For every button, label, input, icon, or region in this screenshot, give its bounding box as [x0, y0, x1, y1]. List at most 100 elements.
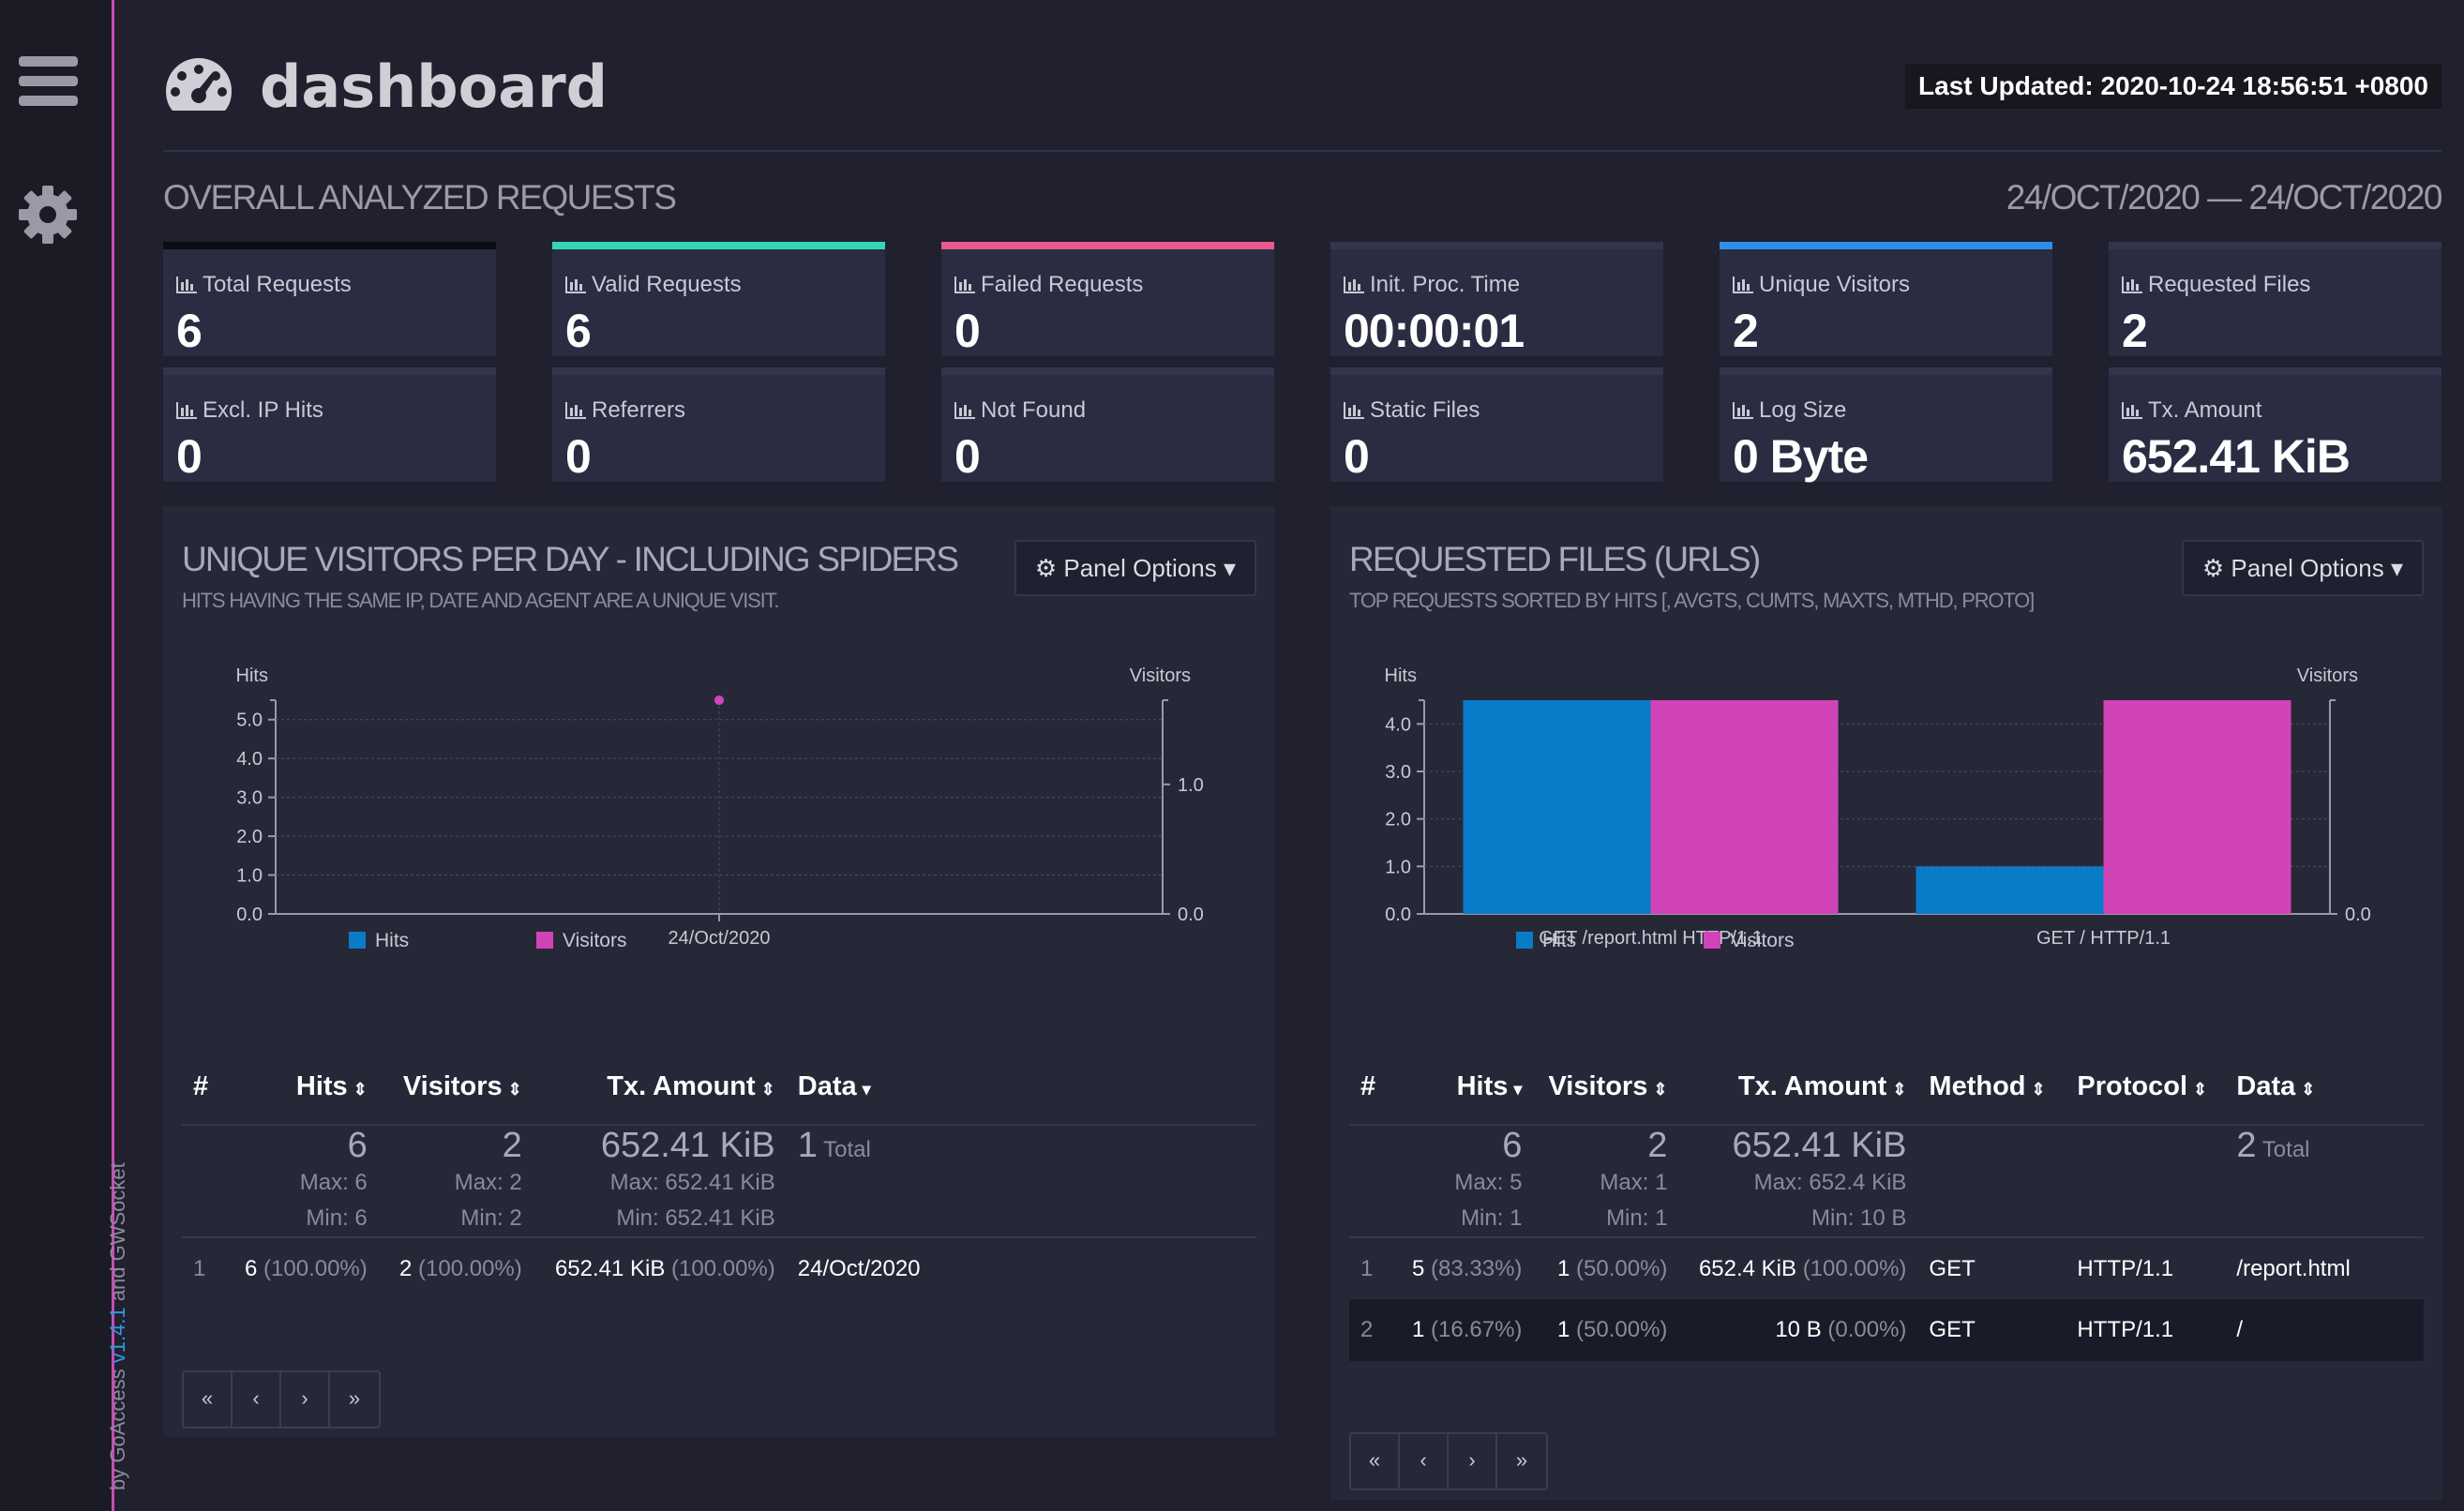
table-row[interactable]: 1 6 (100.00%) 2 (100.00%) 652.41 KiB (10…	[182, 1237, 1256, 1299]
panel-options-button[interactable]: ⚙ Panel Options ▾	[1014, 540, 1256, 596]
y-tick-label: 3.0	[236, 788, 263, 809]
stat-value: 00:00:01	[1344, 305, 1525, 357]
legend-label: Visitors	[563, 930, 626, 951]
hits-bar	[1916, 866, 2104, 914]
stat-value: 0	[565, 430, 592, 483]
last-page-button[interactable]: »	[330, 1372, 379, 1427]
col-hits[interactable]: Hits ▾	[1401, 1050, 1534, 1126]
legend-swatch	[536, 932, 553, 949]
stat-label: Requested Files	[2122, 272, 2310, 298]
files-chart: Hits Visitors0.01.02.03.04.00.0GET /repor…	[1385, 666, 2371, 951]
y-tick-label: 4.0	[1385, 714, 1411, 735]
col-visitors[interactable]: Visitors ⇕	[1533, 1050, 1679, 1126]
y2-tick-label: 1.0	[1178, 775, 1204, 796]
legend-label: Hits	[1542, 930, 1576, 951]
stat-label: Failed Requests	[954, 272, 1143, 298]
stat-card: Requested Files 2	[2109, 242, 2441, 357]
pagination: « ‹ › »	[1349, 1432, 1548, 1490]
prev-page-button[interactable]: ‹	[233, 1372, 281, 1427]
y2-tick-label: 0.0	[1178, 905, 1204, 925]
sort-icon: ⇕	[353, 1080, 368, 1099]
col-tx-amount[interactable]: Tx. Amount ⇕	[1678, 1050, 1918, 1126]
col-hits[interactable]: Hits ⇕	[233, 1050, 379, 1126]
bar-chart-icon	[1344, 402, 1364, 419]
y-tick-label: 2.0	[1385, 810, 1411, 830]
stat-card: Valid Requests 6	[552, 242, 885, 357]
stat-card: Unique Visitors 2	[1720, 242, 2052, 357]
stat-value: 652.41 KiB	[2122, 430, 2351, 483]
stat-value: 6	[565, 305, 592, 357]
y-tick-label: 1.0	[236, 866, 263, 887]
sort-icon: ⇕	[1653, 1080, 1668, 1099]
last-page-button[interactable]: »	[1497, 1434, 1546, 1489]
y-tick-label: 0.0	[236, 905, 263, 925]
visitors-panel: UNIQUE VISITORS PER DAY - INCLUDING SPID…	[163, 506, 1275, 1437]
bar-chart-icon	[1733, 402, 1753, 419]
sort-desc-icon: ▾	[1513, 1080, 1523, 1099]
stat-value: 0 Byte	[1733, 430, 1869, 483]
legend-swatch	[349, 932, 366, 949]
prev-page-button[interactable]: ‹	[1400, 1434, 1449, 1489]
gear-icon[interactable]	[17, 184, 79, 246]
pagination: « ‹ › »	[182, 1370, 381, 1429]
stat-card: Init. Proc. Time 00:00:01	[1330, 242, 1663, 357]
stat-card: Failed Requests 0	[941, 242, 1274, 357]
divider	[163, 150, 2441, 152]
stat-value: 0	[176, 430, 203, 483]
summary-row: 6 Max: 5 Min: 1 2 Max: 1 Min: 1 652.41 KiB Ma…	[1349, 1125, 2424, 1238]
y-tick-label: 1.0	[1385, 857, 1411, 877]
y-tick-label: 2.0	[236, 827, 263, 847]
col-data[interactable]: Data ⇕	[2225, 1050, 2424, 1126]
col-tx-amount[interactable]: Tx. Amount ⇕	[533, 1050, 787, 1126]
visitors-bar	[1650, 700, 1839, 914]
stat-card: Static Files 0	[1330, 367, 1663, 483]
bar-chart-icon	[1344, 277, 1364, 293]
stat-label: Not Found	[954, 397, 1086, 424]
stat-label: Static Files	[1344, 397, 1480, 424]
sort-icon: ⇕	[760, 1080, 775, 1099]
topbar: dashboard Last Updated: 2020-10-24 18:56…	[163, 49, 2441, 124]
visitors-bar	[2103, 700, 2291, 914]
gear-icon: ⚙	[2201, 554, 2225, 582]
stat-label: Valid Requests	[565, 272, 742, 298]
panel-subtitle: TOP REQUESTS SORTED BY HITS [, AVGTS, CU…	[1349, 589, 2035, 612]
sort-icon: ⇕	[2193, 1080, 2208, 1099]
first-page-button[interactable]: «	[184, 1372, 233, 1427]
visitors-chart: Hits Visitors 0.0 1.0 2.0 3.0 4.0 5.0 0.0 1.0 24/O…	[236, 666, 1204, 951]
y-tick-label: 3.0	[1385, 762, 1411, 783]
next-page-button[interactable]: ›	[281, 1372, 330, 1427]
speedometer-icon	[166, 58, 232, 111]
visitors-table: # Hits ⇕ Visitors ⇕ Tx. Amount ⇕ Data ▾ 6 Max…	[182, 1050, 1256, 1299]
first-page-button[interactable]: «	[1351, 1434, 1400, 1489]
table-row[interactable]: 1 5 (83.33%) 1 (50.00%) 652.4 KiB (100.0…	[1349, 1237, 2424, 1299]
last-updated: Last Updated: 2020-10-24 18:56:51 +0800	[1905, 64, 2441, 109]
date-range: 24/OCT/2020 — 24/OCT/2020	[2006, 178, 2443, 217]
stat-card: Excl. IP Hits 0	[163, 367, 496, 483]
stat-card: Tx. Amount 652.41 KiB	[2109, 367, 2441, 483]
stat-label: Tx. Amount	[2122, 397, 2261, 424]
legend-label: Hits	[375, 930, 409, 951]
table-row[interactable]: 2 1 (16.67%) 1 (50.00%) 10 B (0.00%) GET…	[1349, 1299, 2424, 1361]
bar-chart-icon	[176, 402, 197, 419]
bar-chart-icon	[176, 277, 197, 293]
x-tick-label: GET / HTTP/1.1	[2036, 928, 2171, 949]
hamburger-icon[interactable]	[19, 56, 78, 109]
files-table: # Hits ▾ Visitors ⇕ Tx. Amount ⇕ Method ⇕ Pr…	[1349, 1050, 2424, 1361]
bar-chart-icon	[565, 402, 586, 419]
sidebar: by GoAccess v1.4.1 and GWSocket	[0, 0, 129, 1511]
caret-down-icon: ▾	[1223, 554, 1236, 582]
panel-options-button[interactable]: ⚙ Panel Options ▾	[2181, 540, 2424, 596]
col-protocol[interactable]: Protocol ⇕	[2066, 1050, 2226, 1126]
caret-down-icon: ▾	[2390, 554, 2403, 582]
gear-icon: ⚙	[1034, 554, 1058, 582]
next-page-button[interactable]: ›	[1449, 1434, 1497, 1489]
col-method[interactable]: Method ⇕	[1917, 1050, 2066, 1126]
col-data[interactable]: Data ▾	[786, 1050, 1256, 1126]
stat-value: 0	[1344, 430, 1370, 483]
y-tick-label: 0.0	[1385, 905, 1411, 925]
version-link[interactable]: v1.4.1	[106, 1307, 129, 1363]
y-tick-label: 5.0	[236, 711, 263, 731]
col-visitors[interactable]: Visitors ⇕	[378, 1050, 533, 1126]
bar-chart-icon	[2122, 402, 2142, 419]
stat-value: 2	[1733, 305, 1759, 357]
